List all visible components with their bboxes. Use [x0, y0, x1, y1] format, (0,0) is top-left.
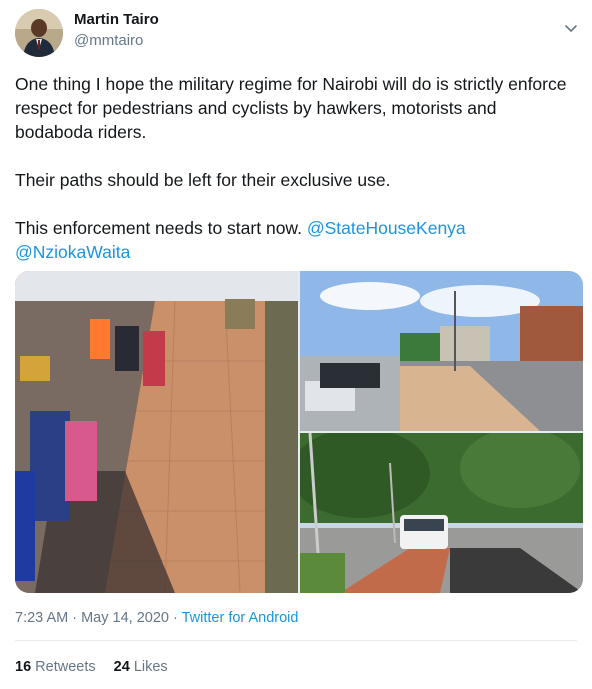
avatar[interactable]	[15, 9, 63, 57]
photo-walkway-van[interactable]	[300, 433, 583, 593]
user-handle[interactable]: @mmtairo	[74, 32, 159, 50]
chevron-down-icon[interactable]	[563, 20, 579, 36]
retweets-label: Retweets	[35, 659, 96, 675]
media-grid	[15, 271, 583, 593]
tweet-paragraph: One thing I hope the military regime for…	[15, 74, 567, 142]
likes-label: Likes	[133, 659, 168, 675]
tweet-time[interactable]: 7:23 AM	[15, 610, 68, 626]
mention-link[interactable]: @NziokaWaita	[15, 242, 130, 262]
display-name[interactable]: Martin Tairo	[74, 11, 159, 29]
divider	[15, 640, 577, 641]
retweets-count: 16	[15, 659, 32, 675]
photo-walkway-suitcases[interactable]	[15, 271, 298, 593]
tweet-paragraph-last: This enforcement needs to start now. @St…	[15, 216, 575, 264]
tweet-card: Martin Tairo @mmtairo One thing I hope t…	[0, 0, 592, 689]
photo-road-cars[interactable]	[300, 271, 583, 431]
meta-separator: ·	[68, 610, 82, 626]
meta-separator: ·	[168, 610, 182, 626]
tweet-date[interactable]: May 14, 2020	[81, 610, 169, 626]
likes-count: 24	[113, 659, 130, 675]
tweet-paragraph-text: This enforcement needs to start now.	[15, 218, 307, 238]
tweet-stats: 16 Retweets 24 Likes	[15, 658, 182, 676]
tweet-text: One thing I hope the military regime for…	[15, 72, 575, 264]
tweet-meta: 7:23 AM · May 14, 2020 · Twitter for And…	[15, 609, 298, 627]
retweets-stat[interactable]: 16 Retweets	[15, 658, 96, 676]
tweet-paragraph: Their paths should be left for their exc…	[15, 170, 391, 190]
author-block: Martin Tairo @mmtairo	[74, 11, 159, 50]
tweet-source-link[interactable]: Twitter for Android	[182, 610, 299, 626]
likes-stat[interactable]: 24 Likes	[114, 658, 168, 676]
mention-link[interactable]: @StateHouseKenya	[307, 218, 466, 238]
